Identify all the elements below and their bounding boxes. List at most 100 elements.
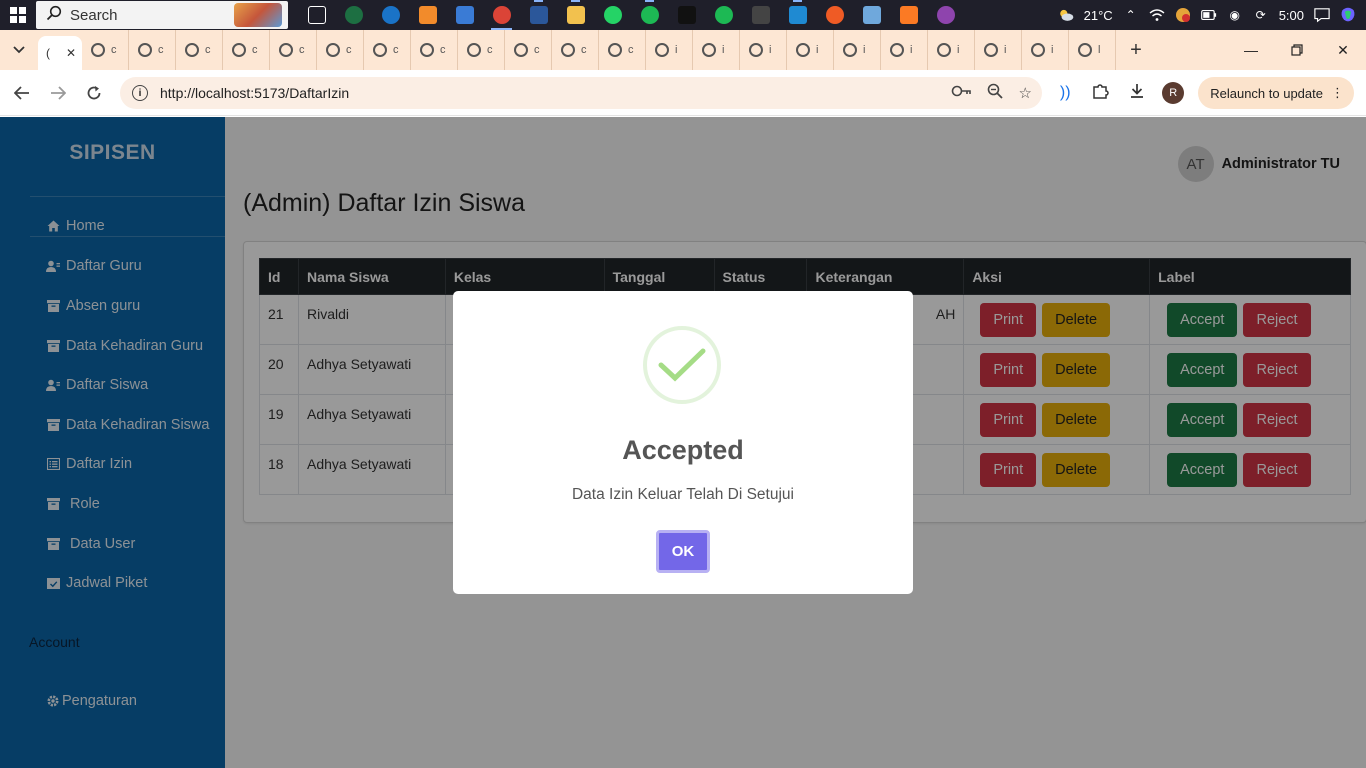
copilot-icon[interactable] xyxy=(1340,7,1356,23)
dialog-title: Accepted xyxy=(622,435,744,465)
site-info-icon[interactable]: i xyxy=(132,85,148,101)
tab-search-chevron-down-icon[interactable] xyxy=(0,30,38,70)
browser-tab[interactable]: c xyxy=(552,30,599,70)
tab-label: c xyxy=(111,44,117,56)
forward-icon[interactable] xyxy=(40,75,76,111)
relaunch-button[interactable]: Relaunch to update ⋮ xyxy=(1198,77,1354,109)
sublime-icon[interactable] xyxy=(409,0,446,30)
globe-icon xyxy=(279,43,293,57)
minimize-icon[interactable]: — xyxy=(1228,30,1274,70)
taskbar-search-label: Search xyxy=(70,6,118,24)
taskbar-search[interactable]: Search xyxy=(36,1,288,29)
window-controls: — ✕ xyxy=(1228,30,1366,70)
spotify-icon[interactable] xyxy=(705,0,742,30)
browser-tab[interactable]: c xyxy=(176,30,223,70)
tab-label: c xyxy=(487,44,493,56)
weather-temp[interactable]: 21°C xyxy=(1084,8,1113,23)
word-icon[interactable] xyxy=(520,0,557,30)
battery-icon[interactable] xyxy=(1200,7,1217,23)
address-bar[interactable]: i http://localhost:5173/DaftarIzin ☆ xyxy=(120,77,1042,109)
weather-icon[interactable] xyxy=(1058,7,1074,23)
tab-label: i xyxy=(722,44,725,56)
zoom-icon[interactable] xyxy=(987,83,1003,103)
ok-button[interactable]: OK xyxy=(656,530,710,573)
windows-taskbar: Search 21°C ⌃ ◉ ⟳ 5:00 xyxy=(0,0,1366,30)
globe-icon xyxy=(702,43,716,57)
camera-icon[interactable]: ◉ xyxy=(1227,7,1243,23)
close-window-icon[interactable]: ✕ xyxy=(1320,30,1366,70)
notepad-icon[interactable] xyxy=(853,0,890,30)
reload-icon[interactable] xyxy=(76,75,112,111)
browser-tab[interactable]: i xyxy=(928,30,975,70)
bookmark-star-icon[interactable]: ☆ xyxy=(1019,84,1032,102)
tiktok-icon[interactable] xyxy=(668,0,705,30)
browser-tab[interactable]: c xyxy=(223,30,270,70)
chevron-up-icon[interactable]: ⌃ xyxy=(1123,7,1139,23)
extensions-puzzle-icon[interactable] xyxy=(1090,82,1112,105)
browser-tab[interactable]: i xyxy=(834,30,881,70)
close-tab-icon[interactable]: ✕ xyxy=(66,46,76,60)
chrome-icon-glyph xyxy=(492,6,511,24)
more-vert-icon[interactable]: ⋮ xyxy=(1331,85,1344,101)
tab-list: cccccccccccciiiiiiiiil xyxy=(82,30,1116,70)
browser-tab[interactable]: c xyxy=(458,30,505,70)
windows-start-icon[interactable] xyxy=(0,0,36,30)
browser-tab[interactable]: i xyxy=(740,30,787,70)
clock[interactable]: 5:00 xyxy=(1279,8,1304,23)
download-icon[interactable] xyxy=(1126,83,1148,104)
globe-icon xyxy=(185,43,199,57)
browser-tab[interactable]: l xyxy=(1069,30,1116,70)
spotify-icon[interactable] xyxy=(631,0,668,30)
app-tray-icon[interactable] xyxy=(1175,7,1191,23)
notification-icon[interactable] xyxy=(1314,7,1330,23)
globe-icon xyxy=(890,43,904,57)
extension-wave-icon[interactable]: )) xyxy=(1054,84,1076,102)
browser-tab[interactable]: c xyxy=(270,30,317,70)
tab-label: c xyxy=(393,44,399,56)
wifi-icon[interactable] xyxy=(1149,7,1165,23)
xampp-icon[interactable] xyxy=(890,0,927,30)
back-icon[interactable] xyxy=(4,75,40,111)
whatsapp-icon[interactable] xyxy=(594,0,631,30)
store-icon[interactable] xyxy=(446,0,483,30)
browser-tab[interactable]: c xyxy=(364,30,411,70)
browser-tab[interactable]: i xyxy=(646,30,693,70)
browser-tab[interactable]: i xyxy=(881,30,928,70)
browser-tab[interactable]: i xyxy=(693,30,740,70)
vscode-icon[interactable] xyxy=(779,0,816,30)
task-view-icon-glyph xyxy=(307,6,326,24)
restore-icon[interactable] xyxy=(1274,30,1320,70)
edge-icon[interactable] xyxy=(372,0,409,30)
new-tab-button[interactable]: + xyxy=(1116,30,1156,70)
browser-tab[interactable]: i xyxy=(975,30,1022,70)
chrome-icon[interactable] xyxy=(483,0,520,30)
url-text[interactable]: http://localhost:5173/DaftarIzin xyxy=(160,85,349,101)
globe-icon xyxy=(326,43,340,57)
browser-tab[interactable]: c xyxy=(82,30,129,70)
tab-label: c xyxy=(628,44,634,56)
task-view-icon[interactable] xyxy=(298,0,335,30)
globe-icon xyxy=(561,43,575,57)
browser-tab[interactable]: c xyxy=(317,30,364,70)
browser-tab[interactable]: c xyxy=(599,30,646,70)
globe-icon xyxy=(796,43,810,57)
terminal-icon[interactable] xyxy=(742,0,779,30)
browser-tab[interactable]: c xyxy=(411,30,458,70)
browser-tab[interactable]: c xyxy=(505,30,552,70)
sync-icon[interactable]: ⟳ xyxy=(1253,7,1269,23)
browser-tab[interactable]: i xyxy=(1022,30,1069,70)
password-key-icon[interactable] xyxy=(951,84,971,102)
browser-icon[interactable] xyxy=(927,0,964,30)
file-explorer-icon[interactable] xyxy=(557,0,594,30)
postman-icon-glyph xyxy=(825,6,844,24)
profile-avatar[interactable]: R xyxy=(1162,82,1185,104)
tab-active[interactable]: ( ✕ xyxy=(38,36,82,70)
tab-label: i xyxy=(910,44,913,56)
postman-icon[interactable] xyxy=(816,0,853,30)
excel-icon[interactable] xyxy=(335,0,372,30)
browser-tab[interactable]: c xyxy=(129,30,176,70)
globe-icon xyxy=(91,43,105,57)
browser-tab[interactable]: i xyxy=(787,30,834,70)
tab-label: i xyxy=(1004,44,1007,56)
file-explorer-icon-glyph xyxy=(566,6,585,24)
